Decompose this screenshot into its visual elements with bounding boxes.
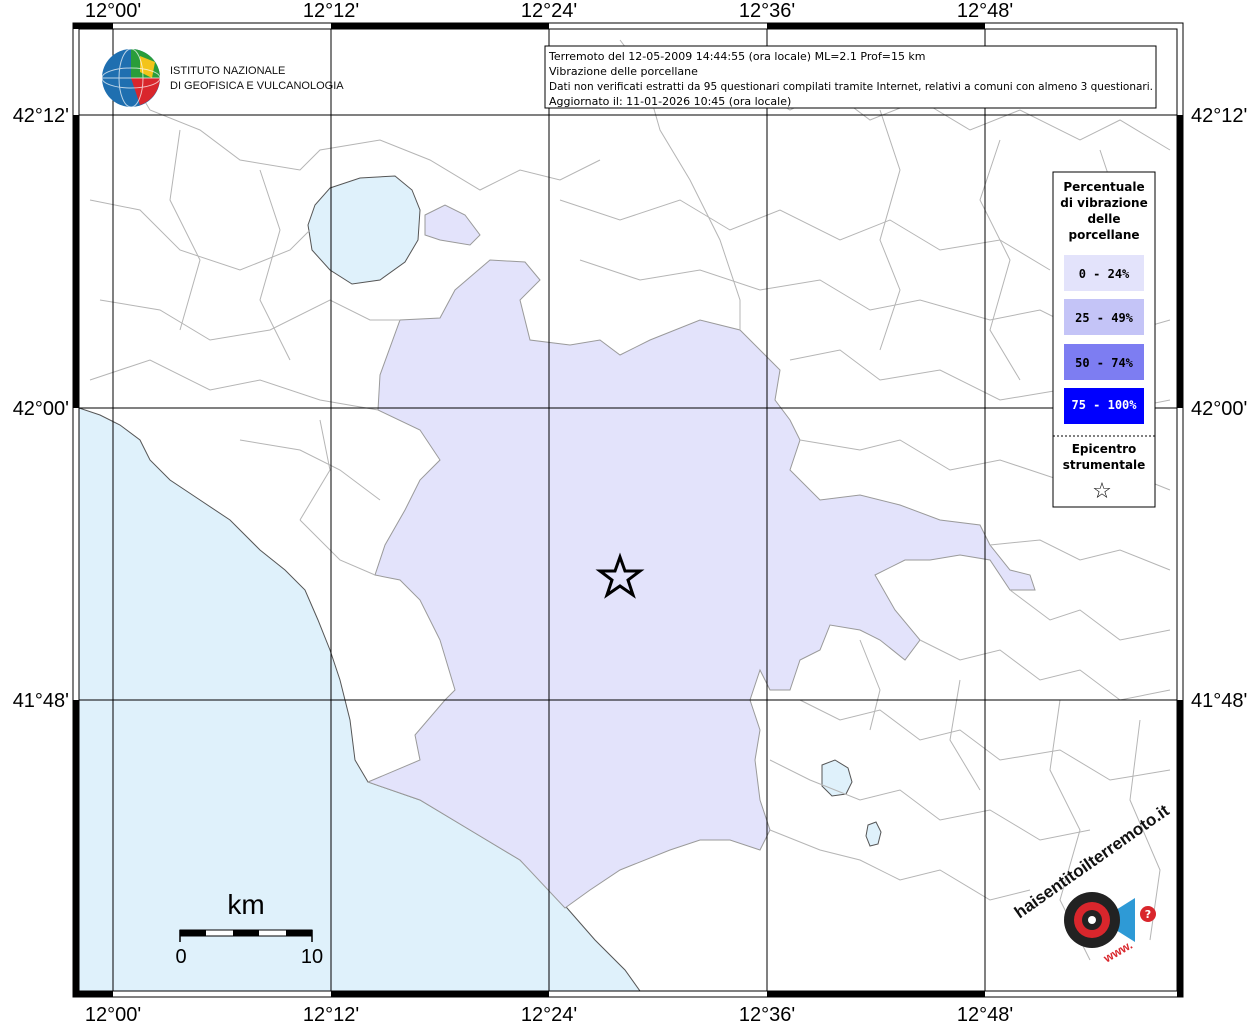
legend-title-line: porcellane	[1068, 228, 1139, 242]
scale-max-label: 10	[301, 946, 323, 968]
info-line-event: Terremoto del 12-05-2009 14:44:55 (ora l…	[548, 50, 926, 63]
tick-label-left: 42°12'	[13, 105, 69, 127]
tick-label-right: 41°48'	[1191, 690, 1247, 712]
logo-line1: ISTITUTO NAZIONALE	[170, 65, 285, 77]
tick-label-bottom: 12°48'	[957, 1004, 1013, 1024]
legend-label-25-49: 25 - 49%	[1075, 311, 1134, 325]
scale-min-label: 0	[175, 946, 186, 968]
legend-epicenter-line: Epicentro	[1072, 442, 1137, 456]
legend-title-line: Percentuale	[1063, 180, 1144, 194]
tick-label-left: 42°00'	[13, 398, 69, 420]
legend-label-50-74: 50 - 74%	[1075, 356, 1134, 370]
info-line-source: Dati non verificati estratti da 95 quest…	[549, 80, 1153, 93]
tick-labels-left: 42°12' 42°00' 41°48'	[13, 105, 69, 712]
watermark-q: ?	[1145, 908, 1151, 921]
tick-labels-top: 12°00' 12°12' 12°24' 12°36' 12°48'	[85, 0, 1013, 22]
tick-label-top: 12°12'	[303, 0, 359, 22]
globe-icon	[101, 48, 161, 108]
info-line-updated: Aggiornato il: 11-01-2026 10:45 (ora loc…	[549, 95, 791, 108]
tick-label-top: 12°48'	[957, 0, 1013, 22]
tick-label-top: 12°00'	[85, 0, 141, 22]
logo-line2: DI GEOFISICA E VULCANOLOGIA	[170, 80, 344, 92]
legend-title-line: di vibrazione	[1060, 196, 1147, 210]
tick-labels-bottom: 12°00' 12°12' 12°24' 12°36' 12°48'	[85, 1004, 1013, 1024]
tick-label-right: 42°12'	[1191, 105, 1247, 127]
tick-label-top: 12°24'	[521, 0, 577, 22]
legend-title-line: delle	[1087, 212, 1120, 226]
info-line-parameter: Vibrazione delle porcellane	[549, 65, 698, 78]
legend-epicenter-line: strumentale	[1063, 458, 1146, 472]
legend-star-icon: ☆	[1092, 479, 1112, 504]
info-box: Terremoto del 12-05-2009 14:44:55 (ora l…	[544, 45, 1157, 109]
intensity-map: 12°00' 12°12' 12°24' 12°36' 12°48' 12°00…	[13, 0, 1248, 1024]
tick-label-bottom: 12°36'	[739, 1004, 795, 1024]
tick-label-bottom: 12°00'	[85, 1004, 141, 1024]
legend: Percentuale di vibrazione delle porcella…	[1052, 171, 1156, 508]
legend-label-0-24: 0 - 24%	[1079, 267, 1130, 281]
scale-unit: km	[227, 889, 264, 920]
tick-label-bottom: 12°12'	[303, 1004, 359, 1024]
tick-label-left: 41°48'	[13, 690, 69, 712]
legend-label-75-100: 75 - 100%	[1071, 398, 1137, 412]
tick-label-bottom: 12°24'	[521, 1004, 577, 1024]
tick-label-right: 42°00'	[1191, 398, 1247, 420]
tick-labels-right: 42°12' 42°00' 41°48'	[1191, 105, 1247, 712]
tick-label-top: 12°36'	[739, 0, 795, 22]
